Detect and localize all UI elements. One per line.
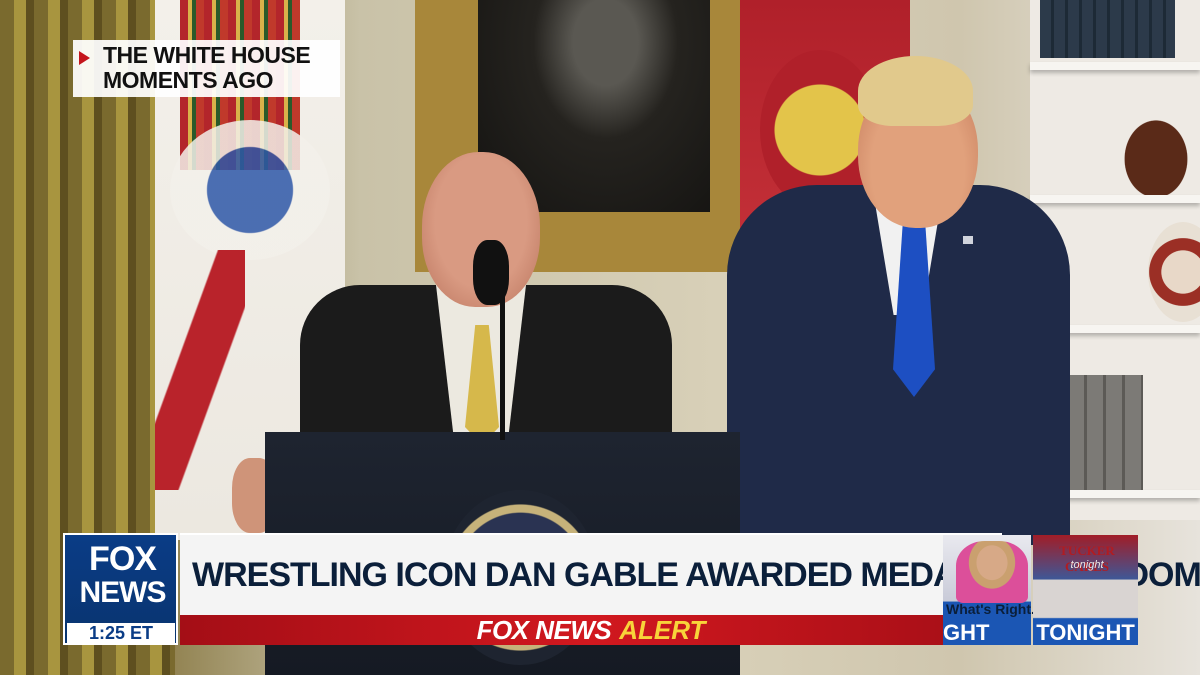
location-text: THE WHITE HOUSE MOMENTS AGO [103,42,311,93]
location-line: THE WHITE HOUSE [103,42,311,68]
books [1040,0,1175,58]
fox-news-logo: FOX NEWS 1:25 ET [63,533,178,645]
books [1068,375,1143,490]
logo-news-text: NEWS [79,576,167,609]
promo-subtitle: tonight [1070,559,1104,571]
lower-third: FOX NEWS 1:25 ET WRESTLING ICON DAN GABL… [63,533,1200,650]
army-flag-emblem [170,120,330,260]
statue [1112,105,1200,195]
army-flag-red-band [155,250,245,490]
headline-bar: WRESTLING ICON DAN GABLE AWARDED MEDAL O… [180,533,1200,615]
play-arrow-icon [79,51,90,65]
location-bug: THE WHITE HOUSE MOMENTS AGO [73,40,340,97]
alert-brand: FOX NEWS [476,614,612,645]
alert-word: ALERT [619,614,706,645]
microphone [473,240,509,305]
logo-fox-text: FOX [89,540,157,578]
promo-label: GHT [943,621,1031,645]
microphone-stand [500,290,505,440]
shelf-board [1030,62,1200,70]
standing-man-hair [858,56,973,126]
alert-bar: FOX NEWS ALERT [180,615,1002,645]
clock: 1:25 ET [67,623,175,643]
time-line: MOMENTS AGO [103,67,273,93]
promo-tagline: What's Right. [946,601,1035,617]
host-photo [956,541,1028,603]
promo-label: TONIGHT [1033,621,1138,645]
shelf-board [1030,195,1200,203]
flag-pin [963,236,973,244]
